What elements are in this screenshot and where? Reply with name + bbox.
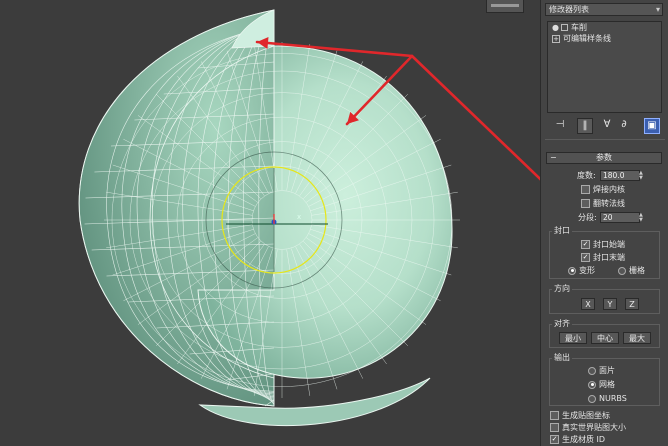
degrees-label: 度数:: [577, 171, 596, 180]
checkbox-box[interactable]: [581, 185, 590, 194]
flip-normals-label: 翻转法线: [593, 199, 625, 208]
stack-item-editable-spline[interactable]: + 可编辑样条线: [548, 33, 661, 44]
output-group: 输出 面片 网格 NURBS: [549, 352, 660, 406]
direction-group: 方向 X Y Z: [549, 283, 660, 314]
real-world-label: 真实世界贴图大小: [562, 423, 626, 432]
pin-stack-icon[interactable]: ⊣: [553, 118, 567, 132]
stack-item-label: 车削: [571, 23, 587, 32]
align-min-button[interactable]: 最小: [559, 332, 587, 344]
make-unique-icon[interactable]: ∀: [600, 118, 614, 132]
checkbox-box[interactable]: [550, 411, 559, 420]
align-group: 对齐 最小 中心 最大: [549, 318, 660, 348]
direction-y-button[interactable]: Y: [603, 298, 617, 310]
spinner-arrows-icon[interactable]: ▲ ▼: [639, 213, 644, 223]
gen-mapping-label: 生成贴图坐标: [562, 411, 610, 420]
weld-core-label: 焊接内核: [593, 185, 625, 194]
align-max-button[interactable]: 最大: [623, 332, 651, 344]
checkbox-box[interactable]: ✓: [581, 253, 590, 262]
checkbox-box[interactable]: ✓: [581, 240, 590, 249]
grid-radio[interactable]: 栅格: [618, 265, 645, 276]
axis-x-label: x: [297, 213, 302, 221]
expand-icon[interactable]: [561, 24, 568, 31]
segments-spinner[interactable]: 20: [600, 212, 640, 223]
weld-core-checkbox[interactable]: 焊接内核: [581, 184, 625, 195]
nurbs-radio[interactable]: NURBS: [588, 393, 627, 404]
direction-x-button[interactable]: X: [581, 298, 595, 310]
patch-label: 面片: [599, 366, 615, 375]
align-center-button[interactable]: 中心: [591, 332, 619, 344]
align-title: 对齐: [552, 318, 572, 329]
grid-label: 栅格: [629, 266, 645, 275]
capping-title: 封口: [552, 225, 572, 236]
flip-normals-checkbox[interactable]: 翻转法线: [581, 198, 625, 209]
stack-item-label: 可编辑样条线: [563, 34, 611, 43]
lathe-mesh-render: [78, 9, 540, 427]
gen-mapping-checkbox[interactable]: 生成贴图坐标: [550, 410, 610, 421]
radio-dot[interactable]: [588, 380, 596, 389]
divider: [545, 139, 665, 140]
degrees-spinner[interactable]: 180.0: [600, 170, 640, 181]
capping-group: 封口 ✓ 封口始端 ✓ 封口末端 变形 栅格: [549, 225, 660, 279]
real-world-checkbox[interactable]: 真实世界贴图大小: [550, 422, 626, 433]
modifier-list-dropdown[interactable]: 修改器列表 ▾: [545, 3, 663, 16]
remove-modifier-icon[interactable]: ∂: [617, 118, 631, 132]
plus-icon[interactable]: +: [552, 35, 560, 43]
modifier-list-label: 修改器列表: [549, 5, 589, 14]
morph-radio[interactable]: 变形: [568, 265, 595, 276]
cap-end-label: 封口末端: [593, 253, 625, 262]
spinner-arrows-icon[interactable]: ▲ ▼: [639, 171, 644, 181]
parameters-title: 参数: [596, 153, 612, 162]
segments-label: 分段:: [578, 213, 597, 222]
cap-start-label: 封口始端: [593, 240, 625, 249]
collapse-icon: −: [550, 153, 557, 162]
checkbox-box[interactable]: [581, 199, 590, 208]
modifier-stack[interactable]: ● 车削 + 可编辑样条线: [547, 21, 662, 113]
output-title: 输出: [552, 352, 572, 363]
configure-modifier-sets-icon[interactable]: ▣: [644, 118, 660, 134]
stack-item-lathe[interactable]: ● 车削: [548, 22, 661, 33]
stack-toolbar: ⊣ ‖ ∀ ∂ ▣: [547, 118, 662, 134]
show-end-result-icon[interactable]: ‖: [577, 118, 593, 134]
radio-dot[interactable]: [618, 266, 626, 275]
radio-dot[interactable]: [588, 394, 596, 403]
mesh-radio[interactable]: 网格: [588, 379, 615, 390]
checkbox-box[interactable]: ✓: [550, 435, 559, 444]
viewport-nav-widget[interactable]: [486, 0, 524, 13]
patch-radio[interactable]: 面片: [588, 365, 615, 376]
morph-label: 变形: [579, 266, 595, 275]
direction-z-button[interactable]: Z: [625, 298, 639, 310]
nurbs-label: NURBS: [599, 394, 627, 403]
perspective-viewport[interactable]: x: [0, 0, 540, 446]
command-panel: 修改器列表 ▾ ● 车削 + 可编辑样条线 ⊣ ‖ ∀ ∂ ▣ − 参数 度数: 1…: [540, 0, 668, 446]
direction-title: 方向: [552, 283, 572, 294]
parameters-rollout-header[interactable]: − 参数: [546, 152, 662, 164]
gen-material-ids-label: 生成材质 ID: [562, 435, 606, 444]
mesh-label: 网格: [599, 380, 615, 389]
cap-start-checkbox[interactable]: ✓ 封口始端: [581, 239, 625, 250]
gen-material-ids-checkbox[interactable]: ✓ 生成材质 ID: [550, 434, 605, 445]
radio-dot[interactable]: [568, 266, 576, 275]
chevron-down-icon: ▾: [655, 5, 660, 14]
checkbox-box[interactable]: [550, 423, 559, 432]
lightbulb-icon[interactable]: ●: [552, 22, 559, 33]
cap-end-checkbox[interactable]: ✓ 封口末端: [581, 252, 625, 263]
radio-dot[interactable]: [588, 366, 596, 375]
